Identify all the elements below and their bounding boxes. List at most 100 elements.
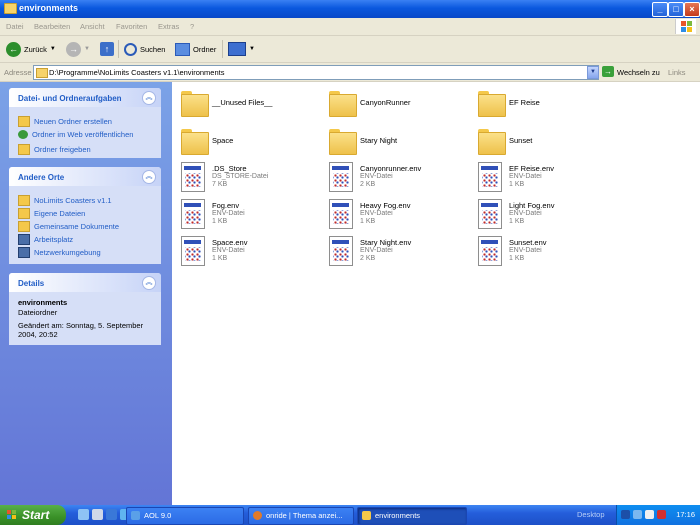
panel-header[interactable]: Datei- und Ordneraufgaben ︽ xyxy=(9,88,161,107)
network-icon xyxy=(18,247,30,258)
tray-volume-icon[interactable] xyxy=(645,510,654,519)
place-my-documents[interactable]: Eigene Dateien xyxy=(18,208,85,219)
quicklaunch-icon[interactable] xyxy=(92,509,103,520)
details-modified-time: 2004, 20:52 xyxy=(18,330,58,339)
menu-extras[interactable]: Extras xyxy=(158,22,179,31)
folder-item[interactable]: Sunset xyxy=(470,124,618,158)
folder-icon xyxy=(329,91,357,117)
item-size: 2 KB xyxy=(360,181,376,188)
item-type: ENV-Datei xyxy=(360,173,393,180)
task-label: Ordner freigeben xyxy=(34,145,91,154)
item-name: Canyonrunner.env xyxy=(360,164,422,173)
task-label: environments xyxy=(375,511,421,520)
maximize-button[interactable]: □ xyxy=(668,2,684,17)
item-name: Heavy Fog.env xyxy=(360,201,411,210)
menu-ansicht[interactable]: Ansicht xyxy=(80,22,105,31)
task-label: Neuen Ordner erstellen xyxy=(34,117,112,126)
folder-item[interactable]: __Unused Files__ xyxy=(173,86,321,120)
menu-datei[interactable]: Datei xyxy=(6,22,24,31)
minimize-button[interactable]: _ xyxy=(652,2,668,17)
file-item[interactable]: Light Fog.env ENV-Datei 1 KB xyxy=(470,197,618,231)
folder-icon xyxy=(181,129,209,155)
go-arrow-icon[interactable]: → xyxy=(602,66,614,77)
folders-button[interactable]: Ordner xyxy=(175,39,216,59)
folder-item[interactable]: CanyonRunner xyxy=(321,86,469,120)
file-item[interactable]: .DS_Store DS_STORE-Datei 7 KB xyxy=(173,160,321,194)
address-input[interactable]: D:\Programme\NoLimits Coasters v1.1\envi… xyxy=(33,65,599,80)
back-button[interactable]: ← Zurück ▼ xyxy=(6,39,56,59)
links-button[interactable]: Links xyxy=(668,68,686,77)
title-bar[interactable]: environments _ □ × xyxy=(0,0,700,18)
place-label: Eigene Dateien xyxy=(34,209,86,218)
place-nolimits[interactable]: NoLimits Coasters v1.1 xyxy=(18,195,112,206)
task-aol[interactable]: AOL 9.0 xyxy=(126,507,244,525)
aol-icon xyxy=(131,511,140,520)
place-label: Netzwerkumgebung xyxy=(34,248,101,257)
file-item[interactable]: Heavy Fog.env ENV-Datei 1 KB xyxy=(321,197,469,231)
tray-security-icon[interactable] xyxy=(657,510,666,519)
item-size: 1 KB xyxy=(360,218,376,225)
file-item[interactable]: Space.env ENV-Datei 1 KB xyxy=(173,234,321,268)
go-button[interactable]: Wechseln zu xyxy=(617,68,660,77)
start-button[interactable]: Start xyxy=(0,505,66,525)
place-network[interactable]: Netzwerkumgebung xyxy=(18,247,101,258)
file-item[interactable]: Stary Night.env ENV-Datei 2 KB xyxy=(321,234,469,268)
chevron-down-icon: ▼ xyxy=(249,46,255,52)
collapse-icon[interactable]: ︽ xyxy=(142,276,156,290)
item-name: EF Reise xyxy=(509,98,540,107)
item-name: Sunset xyxy=(509,136,533,145)
panel-header[interactable]: Details ︽ xyxy=(9,273,161,292)
panel-header[interactable]: Andere Orte ︽ xyxy=(9,167,161,186)
folders-icon xyxy=(175,42,190,56)
collapse-icon[interactable]: ︽ xyxy=(142,91,156,105)
collapse-icon[interactable]: ︽ xyxy=(142,170,156,184)
up-folder-button[interactable]: ↑ xyxy=(100,39,114,59)
address-dropdown-button[interactable]: ▼ xyxy=(587,66,599,79)
menu-favoriten[interactable]: Favoriten xyxy=(116,22,147,31)
tray-arrow-icon[interactable] xyxy=(621,510,630,519)
close-button[interactable]: × xyxy=(684,2,700,17)
taskbar: Start AOL 9.0 onride | Thema anzei... en… xyxy=(0,505,700,525)
details-panel: Details ︽ environments Dateiordner Geänd… xyxy=(9,273,161,345)
folder-icon xyxy=(329,129,357,155)
menu-bar: Datei Bearbeiten Ansicht Favoriten Extra… xyxy=(0,18,700,36)
folder-item[interactable]: Space xyxy=(173,124,321,158)
clock: 17:16 xyxy=(676,510,695,519)
views-icon xyxy=(228,42,246,56)
file-icon xyxy=(478,162,502,192)
folders-label: Ordner xyxy=(193,44,217,54)
desktop-toolbar[interactable]: Desktop xyxy=(577,510,605,519)
toolbar-separator xyxy=(118,40,119,58)
item-size: 2 KB xyxy=(360,255,376,262)
task-browser[interactable]: onride | Thema anzei... xyxy=(248,507,354,525)
item-name: Stary Night.env xyxy=(360,238,412,247)
file-item[interactable]: Canyonrunner.env ENV-Datei 2 KB xyxy=(321,160,469,194)
tray-network-icon[interactable] xyxy=(633,510,642,519)
forward-button[interactable]: → ▼ xyxy=(66,39,90,59)
file-item[interactable]: Fog.env ENV-Datei 1 KB xyxy=(173,197,321,231)
search-label: Suchen xyxy=(140,44,166,54)
quicklaunch-icon[interactable] xyxy=(106,509,117,520)
folder-item[interactable]: EF Reise xyxy=(470,86,618,120)
start-label: Start xyxy=(22,508,50,522)
file-item[interactable]: Sunset.env ENV-Datei 1 KB xyxy=(470,234,618,268)
task-explorer[interactable]: environments xyxy=(357,507,467,525)
task-share-folder[interactable]: Ordner freigeben xyxy=(18,144,91,155)
quicklaunch-icon[interactable] xyxy=(78,509,89,520)
toolbar: ← Zurück ▼ → ▼ ↑ Suchen Ordner ▼ xyxy=(0,36,700,63)
other-places-panel: Andere Orte ︽ NoLimits Coasters v1.1 Eig… xyxy=(9,167,161,264)
task-new-folder[interactable]: Neuen Ordner erstellen xyxy=(18,116,112,127)
place-shared-documents[interactable]: Gemeinsame Dokumente xyxy=(18,221,119,232)
forward-arrow-icon: → xyxy=(66,41,81,57)
folder-item[interactable]: Stary Night xyxy=(321,124,469,158)
menu-help[interactable]: ? xyxy=(190,22,194,31)
search-button[interactable]: Suchen xyxy=(124,39,165,59)
back-arrow-icon: ← xyxy=(6,41,21,57)
views-button[interactable]: ▼ xyxy=(228,39,255,59)
place-my-computer[interactable]: Arbeitsplatz xyxy=(18,234,73,245)
file-item[interactable]: EF Reise.env ENV-Datei 1 KB xyxy=(470,160,618,194)
menu-bearbeiten[interactable]: Bearbeiten xyxy=(34,22,70,31)
folder-icon xyxy=(478,91,506,117)
task-publish-web[interactable]: Ordner im Web veröffentlichen xyxy=(18,130,133,139)
panel-title: Andere Orte xyxy=(18,173,65,182)
